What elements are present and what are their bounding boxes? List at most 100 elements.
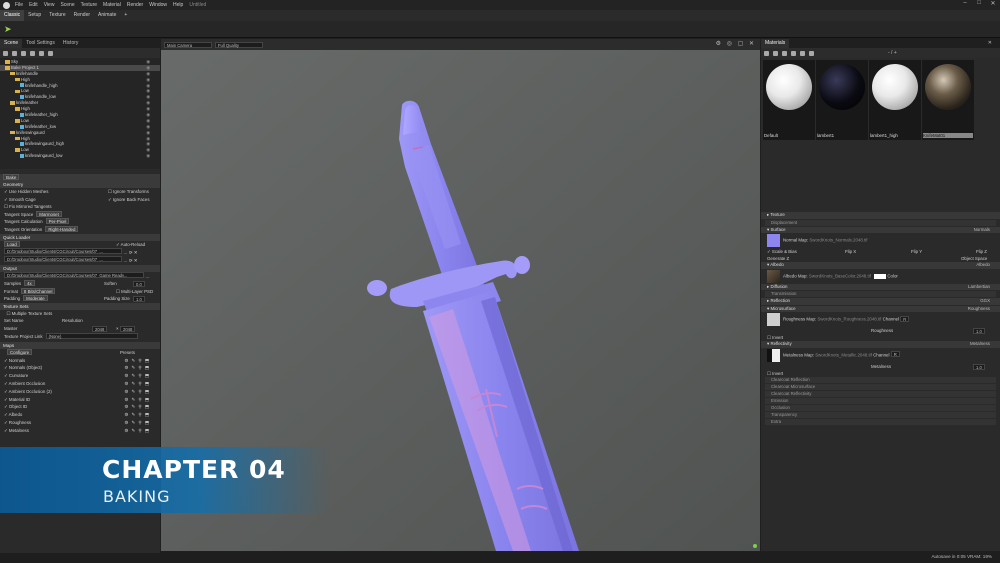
map-settings-icon[interactable]: ⚙ ✎ ⚲ ⬒	[124, 388, 150, 396]
map-row[interactable]: ✓ Material ID ⚙ ✎ ⚲ ⬒	[0, 396, 160, 404]
map-row[interactable]: ✓ Object ID ⚙ ✎ ⚲ ⬒	[0, 403, 160, 411]
resolution-height[interactable]: 2048	[120, 325, 136, 332]
albedo-section[interactable]: ▾ Albedo Albedo	[761, 262, 1000, 269]
presets-button[interactable]: Presets	[120, 349, 135, 357]
extra-section[interactable]: Extra	[765, 418, 996, 425]
map-settings-icon[interactable]: ⚙ ✎ ⚲ ⬒	[124, 380, 150, 388]
metalness-map-file[interactable]: SwordKnots_Metallic.2048.tif	[815, 352, 872, 357]
soften-field[interactable]: 0.0	[133, 280, 145, 287]
close-icon[interactable]: ✕	[986, 0, 1000, 10]
delete-material-icon[interactable]	[782, 50, 787, 56]
extra-section[interactable]: Clearcoat Reflection	[765, 376, 996, 383]
map-row[interactable]: ✓ Curvature ⚙ ✎ ⚲ ⬒	[0, 372, 160, 380]
map-settings-icon[interactable]: ⚙ ✎ ⚲ ⬒	[124, 372, 150, 380]
quality-select[interactable]: Full Quality	[215, 41, 263, 48]
maps-header[interactable]: Maps	[0, 342, 160, 350]
map-row[interactable]: ✓ Ambient Occlusion (2) ⚙ ✎ ⚲ ⬒	[0, 388, 160, 396]
geometry-header[interactable]: Geometry	[0, 181, 160, 188]
map-settings-icon[interactable]: ⚙ ✎ ⚲ ⬒	[124, 419, 150, 427]
microsurface-section[interactable]: ▾ Microsurface Roughness	[761, 305, 1000, 312]
reflectivity-section[interactable]: ▾ Reflectivity Metalness	[761, 341, 1000, 348]
select-tool-icon[interactable]: ➤	[4, 25, 12, 34]
metalness-map-thumbnail[interactable]	[767, 348, 780, 362]
quick-loader-path-1[interactable]: D:/Dropbox/Studio/Clients/CGCircuit/Cour…	[4, 248, 122, 255]
tangent-space-select[interactable]: Marmoset	[36, 210, 62, 217]
configure-button[interactable]: Configure	[7, 349, 33, 356]
use-hidden-checkbox[interactable]: ✓ Use Hidden Meshes	[4, 189, 48, 194]
extra-section[interactable]: Transparency	[765, 411, 996, 418]
displacement-section[interactable]: Displacement	[765, 219, 996, 226]
map-row[interactable]: ✓ Normals ⚙ ✎ ⚲ ⬒	[0, 357, 160, 365]
ignore-transforms-checkbox[interactable]: ☐ Ignore Transforms	[108, 188, 149, 196]
material-thumbnail[interactable]: lambert1	[816, 60, 868, 140]
normal-map-thumbnail[interactable]	[767, 234, 780, 247]
browse-icon[interactable]: …	[123, 250, 127, 255]
maximize-icon[interactable]: □	[972, 0, 986, 10]
tab-render[interactable]: Render	[70, 10, 94, 21]
map-row[interactable]: ✓ Normals (Object) ⚙ ✎ ⚲ ⬒	[0, 364, 160, 372]
roughness-invert-checkbox[interactable]: ☐ Invert	[761, 334, 1000, 341]
flip-x-checkbox[interactable]: Flip X	[845, 248, 856, 255]
visibility-icon[interactable]: ◉	[146, 153, 150, 159]
material-thumbnail[interactable]: KnifeMat01	[922, 60, 974, 140]
tangent-orient-select[interactable]: Right-Handed	[45, 225, 79, 232]
roughness-map-file[interactable]: SwordKnots_Roughness.2048.tif	[817, 317, 881, 322]
fix-mirrored-checkbox[interactable]: ☐ Fix Mirrored Tangents	[0, 203, 160, 211]
tab-scene[interactable]: Scene	[0, 39, 23, 48]
menu-help[interactable]: Help	[173, 2, 183, 8]
tree-item[interactable]: knifeswingaurd_low ◉	[0, 153, 160, 159]
texture-section[interactable]: ▸ Texture	[761, 212, 1000, 219]
diffusion-section[interactable]: ▸ Diffusion Lambertian	[761, 283, 1000, 290]
smooth-cage-checkbox[interactable]: ✓ Smooth Cage	[4, 197, 36, 202]
albedo-color-swatch[interactable]	[874, 273, 887, 279]
tab-add[interactable]: +	[120, 10, 131, 21]
map-settings-icon[interactable]: ⚙ ✎ ⚲ ⬒	[124, 396, 150, 404]
format-select[interactable]: 8 Bits/Channel	[20, 287, 56, 294]
tab-history[interactable]: History	[59, 39, 83, 48]
new-material-icon[interactable]	[764, 50, 769, 56]
map-row[interactable]: ✓ Metalness ⚙ ✎ ⚲ ⬒	[0, 427, 160, 435]
output-path-field[interactable]: D:/Dropbox/Studio/Clients/CGCircuit/Cour…	[4, 272, 144, 279]
reload-icon[interactable]: ⟳	[129, 250, 133, 255]
map-row[interactable]: ✓ Albedo ⚙ ✎ ⚲ ⬒	[0, 411, 160, 419]
map-settings-icon[interactable]: ⚙ ✎ ⚲ ⬒	[124, 403, 150, 411]
import-material-icon[interactable]	[791, 50, 796, 56]
albedo-map-file[interactable]: SwordKnots_BaseColor.2048.tif	[809, 273, 871, 278]
tab-setup[interactable]: Setup	[24, 10, 45, 21]
camera-select[interactable]: Main Camera	[164, 41, 212, 48]
minimize-icon[interactable]: –	[958, 0, 972, 10]
more-icon[interactable]	[48, 50, 53, 56]
padding-select[interactable]: Moderate	[23, 295, 48, 302]
light-icon[interactable]	[21, 50, 26, 56]
transmission-section[interactable]: Transmission	[765, 291, 996, 297]
multi-layer-checkbox[interactable]: ☐ Multi-Layer PSD	[116, 288, 153, 296]
menu-file[interactable]: File	[15, 2, 23, 8]
menu-texture[interactable]: Texture	[81, 2, 97, 8]
extra-section[interactable]: Emission	[765, 397, 996, 404]
map-settings-icon[interactable]: ⚙ ✎ ⚲ ⬒	[124, 411, 150, 419]
load-button[interactable]: Load	[4, 240, 20, 247]
tab-classic[interactable]: Classic	[0, 10, 25, 21]
metalness-channel-select[interactable]: R	[890, 351, 900, 358]
gear-icon[interactable]: ⚙	[716, 41, 723, 47]
samples-select[interactable]: 4x	[24, 279, 35, 286]
menu-view[interactable]: View	[44, 2, 55, 8]
picker-icon[interactable]	[809, 50, 814, 56]
output-header[interactable]: Output	[0, 265, 160, 273]
browse-icon[interactable]: …	[145, 274, 149, 279]
scale-bias-checkbox[interactable]: ✓ Scale & Bias	[767, 249, 797, 254]
panel-close-icon[interactable]: ✕	[984, 39, 996, 48]
viewport-close-icon[interactable]: ✕	[749, 41, 756, 47]
resolution-width[interactable]: 2048	[92, 325, 108, 332]
flip-y-checkbox[interactable]: Flip Y	[911, 248, 922, 255]
export-material-icon[interactable]	[800, 50, 805, 56]
project-link-select[interactable]: (None)	[45, 332, 138, 339]
add-object-icon[interactable]	[3, 50, 8, 56]
target-icon[interactable]: ◎	[727, 41, 734, 47]
menu-material[interactable]: Material	[103, 2, 121, 8]
albedo-map-thumbnail[interactable]	[767, 269, 780, 283]
camera-icon[interactable]	[12, 50, 17, 56]
tab-texture[interactable]: Texture	[45, 10, 69, 21]
map-row[interactable]: ✓ Roughness ⚙ ✎ ⚲ ⬒	[0, 419, 160, 427]
duplicate-material-icon[interactable]	[773, 50, 778, 56]
